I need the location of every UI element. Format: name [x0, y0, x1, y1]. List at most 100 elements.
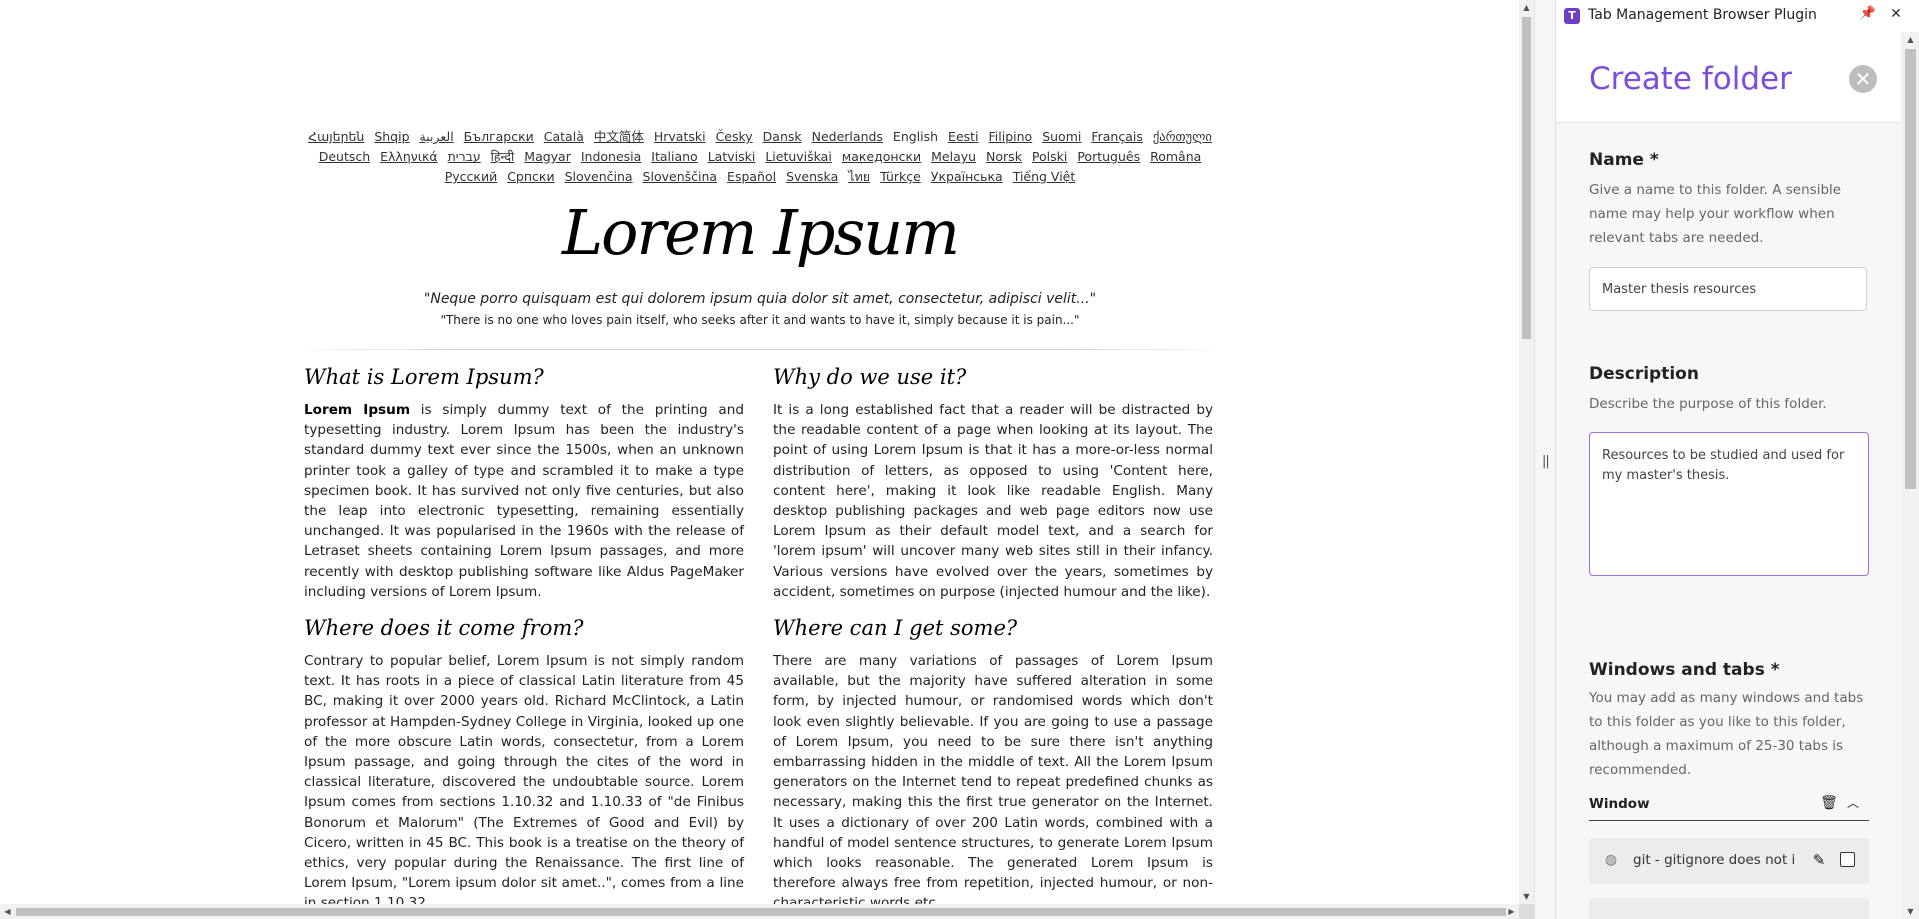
scroll-right-icon[interactable]: ▶ [1504, 904, 1519, 919]
web-page: Հայերեն Shqip العربية Български Català 中… [0, 0, 1519, 919]
section-what-is: What is Lorem Ipsum? Lorem Ipsum is simp… [304, 362, 744, 602]
close-dialog-button[interactable]: ✕ [1849, 65, 1877, 93]
description-help-text: Describe the purpose of this folder. [1589, 396, 1827, 412]
drag-grip-icon[interactable]: || [1542, 454, 1550, 469]
language-link[interactable]: Hrvatski [654, 129, 706, 144]
section-heading: Where can I get some? [773, 616, 1018, 640]
language-link[interactable]: Deutsch [319, 149, 370, 164]
language-link[interactable]: Eesti [948, 129, 978, 144]
language-link[interactable]: ไทย [848, 169, 870, 184]
section-body: There are many variations of passages of… [773, 653, 1213, 911]
language-link[interactable]: Português [1077, 149, 1140, 164]
language-link[interactable]: Dansk [763, 129, 802, 144]
section-heading: Where does it come from? [304, 616, 584, 640]
language-link[interactable]: македонски [842, 149, 921, 164]
panel-resize-handle[interactable]: || [1534, 0, 1556, 919]
english-quote: "There is no one who loves pain itself, … [440, 313, 1080, 327]
folder-name-input[interactable]: Master thesis resources [1589, 267, 1867, 311]
language-link[interactable]: Ελληνικά [380, 149, 437, 164]
language-link[interactable]: Tiếng Việt [1013, 169, 1076, 184]
language-link[interactable]: Nederlands [812, 129, 883, 144]
latin-quote: "Neque porro quisquam est qui dolorem ip… [423, 291, 1097, 307]
language-link[interactable]: Slovenčina [565, 169, 633, 184]
section-get-some: Where can I get some? There are many var… [773, 613, 1213, 914]
language-link[interactable]: العربية [420, 129, 454, 144]
description-label: Description [1589, 364, 1699, 384]
window-label: Window [1589, 796, 1650, 812]
windows-tabs-help-text: You may add as many windows and tabs to … [1589, 690, 1864, 778]
pin-icon[interactable]: 📌 [1859, 5, 1877, 23]
trash-icon[interactable]: 🗑 [1819, 793, 1839, 813]
section-body: Lorem Ipsum is simply dummy text of the … [304, 402, 744, 600]
language-link[interactable]: Српски [507, 169, 554, 184]
scrollbar-thumb[interactable] [1522, 17, 1531, 339]
language-link[interactable]: Français [1091, 129, 1143, 144]
scroll-down-icon[interactable]: ▼ [1901, 904, 1919, 919]
chevron-up-icon[interactable]: ︿ [1843, 793, 1863, 813]
language-link[interactable]: Norsk [986, 149, 1022, 164]
language-link[interactable]: हिन्दी [491, 149, 515, 164]
language-link[interactable]: Հայերեն [308, 129, 364, 144]
app-logo-icon: T [1564, 8, 1580, 24]
section-body: Contrary to popular belief, Lorem Ipsum … [304, 653, 744, 911]
globe-icon: ◍ [1604, 852, 1618, 868]
language-link[interactable]: עברית [448, 149, 481, 164]
description-textarea[interactable]: Resources to be studied and used for my … [1589, 432, 1869, 576]
language-link[interactable]: Türkçe [880, 169, 921, 184]
panel-header: T Tab Management Browser Plugin 📌 ✕ [1556, 0, 1919, 32]
language-link[interactable]: Català [544, 129, 584, 144]
language-link[interactable]: Italiano [651, 149, 697, 164]
panel-scrollbar[interactable]: ▲ ▼ [1901, 32, 1919, 919]
section-why-use: Why do we use it? It is a long establish… [773, 362, 1213, 602]
create-folder-title: Create folder [1589, 61, 1792, 97]
language-link[interactable]: Româna [1150, 149, 1201, 164]
language-link[interactable]: Svenska [786, 169, 838, 184]
bold-lead: Lorem Ipsum [304, 402, 410, 418]
language-link[interactable]: Lietuviškai [765, 149, 832, 164]
tab-item[interactable] [1589, 898, 1869, 919]
scroll-down-icon[interactable]: ▼ [1519, 889, 1534, 904]
create-folder-header: Create folder ✕ [1556, 32, 1901, 123]
language-link[interactable]: Slovenščina [643, 169, 718, 184]
close-icon[interactable]: ✕ [1887, 5, 1905, 23]
language-link[interactable]: Shqip [374, 129, 409, 144]
language-link[interactable]: Latviski [708, 149, 756, 164]
language-link[interactable]: Melayu [931, 149, 976, 164]
side-panel: T Tab Management Browser Plugin 📌 ✕ Crea… [1555, 0, 1919, 919]
panel-title: Tab Management Browser Plugin [1588, 7, 1817, 23]
scroll-left-icon[interactable]: ◀ [0, 904, 15, 919]
page-vertical-scrollbar[interactable]: ▲ ▼ [1519, 0, 1534, 904]
language-link[interactable]: Magyar [524, 149, 571, 164]
section-where-from: Where does it come from? Contrary to pop… [304, 613, 744, 914]
section-heading: Why do we use it? [773, 365, 967, 389]
section-body: It is a long established fact that a rea… [773, 402, 1213, 600]
language-link[interactable]: Suomi [1042, 129, 1081, 144]
name-help-text: Give a name to this folder. A sensible n… [1589, 182, 1842, 246]
page-title: Lorem Ipsum [561, 196, 960, 269]
window-group-header: Window 🗑 ︿ [1589, 789, 1869, 821]
scrollbar-corner [1519, 904, 1534, 919]
language-link[interactable]: Polski [1032, 149, 1067, 164]
tab-item[interactable]: ◍ git - gitignore does not i ✎ [1589, 838, 1869, 884]
page-horizontal-scrollbar[interactable]: ◀ ▶ [0, 904, 1519, 919]
name-label: Name * [1589, 150, 1659, 170]
tab-checkbox[interactable] [1840, 852, 1855, 867]
windows-tabs-label: Windows and tabs * [1589, 660, 1780, 680]
edit-pencil-icon[interactable]: ✎ [1809, 850, 1829, 870]
scroll-up-icon[interactable]: ▲ [1901, 32, 1919, 47]
tab-title: git - gitignore does not i [1633, 852, 1796, 868]
scrollbar-thumb[interactable] [16, 908, 1506, 916]
language-links: Հայերեն Shqip العربية Български Català 中… [298, 127, 1222, 187]
language-link[interactable]: Español [727, 169, 776, 184]
language-link[interactable]: Русский [445, 169, 497, 184]
language-link[interactable]: Українська [931, 169, 1003, 184]
language-link[interactable]: Filipino [989, 129, 1033, 144]
language-link[interactable]: ქართული [1153, 129, 1212, 144]
language-link[interactable]: Česky [716, 129, 753, 144]
divider [290, 349, 1230, 350]
scroll-up-icon[interactable]: ▲ [1519, 0, 1534, 15]
scrollbar-thumb[interactable] [1905, 49, 1916, 489]
language-link[interactable]: Български [464, 129, 534, 144]
language-link[interactable]: Indonesia [581, 149, 641, 164]
language-link[interactable]: 中文简体 [594, 129, 644, 144]
